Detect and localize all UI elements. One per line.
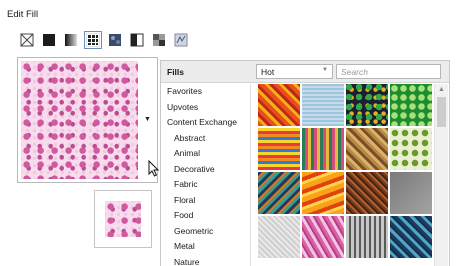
fill-swatch[interactable] bbox=[346, 128, 388, 170]
search-input[interactable]: Search bbox=[336, 64, 441, 79]
gradient-fill-icon bbox=[65, 34, 77, 46]
category-item[interactable]: Floral bbox=[161, 193, 250, 209]
sort-dropdown[interactable]: Hot ▼ bbox=[256, 64, 333, 79]
category-item[interactable]: Animal bbox=[161, 146, 250, 162]
fill-swatch[interactable] bbox=[390, 84, 432, 126]
texture-fill-button[interactable] bbox=[108, 33, 122, 47]
bitmap-fill-icon bbox=[153, 34, 165, 46]
search-placeholder: Search bbox=[341, 67, 368, 77]
dialog-title: Edit Fill bbox=[7, 9, 39, 20]
fills-label: Fills bbox=[167, 67, 185, 77]
uniform-fill-button[interactable] bbox=[42, 33, 56, 47]
category-item[interactable]: Nature bbox=[161, 255, 250, 266]
fountain-fill-button[interactable] bbox=[64, 33, 78, 47]
pattern-fill-icon bbox=[87, 34, 99, 46]
postscript-fill-button[interactable] bbox=[174, 33, 188, 47]
category-item[interactable]: Geometric bbox=[161, 224, 250, 240]
scrollbar-thumb[interactable] bbox=[437, 97, 446, 127]
scroll-up-icon[interactable]: ▲ bbox=[438, 86, 445, 93]
category-item[interactable]: Metal bbox=[161, 239, 250, 255]
fill-thumbnail-swatch bbox=[105, 201, 141, 237]
fill-preview-swatch bbox=[21, 61, 138, 179]
fill-swatch[interactable] bbox=[258, 216, 300, 258]
fill-swatch[interactable] bbox=[258, 172, 300, 214]
fill-swatch[interactable] bbox=[302, 216, 344, 258]
fills-browser-panel: Fills Hot ▼ Search Favorites Upvotes Con… bbox=[160, 60, 450, 266]
chevron-down-icon[interactable]: ▼ bbox=[144, 116, 151, 123]
category-item[interactable]: Abstract bbox=[161, 131, 250, 147]
fill-thumbnail bbox=[94, 190, 152, 248]
fill-preview-picker[interactable]: ▼ bbox=[17, 57, 158, 183]
category-item[interactable]: Fabric bbox=[161, 177, 250, 193]
postscript-fill-icon bbox=[174, 33, 188, 47]
fill-swatch[interactable] bbox=[346, 172, 388, 214]
fill-swatch[interactable] bbox=[302, 84, 344, 126]
texture-fill-icon bbox=[109, 34, 121, 46]
solid-fill-icon bbox=[43, 34, 55, 46]
fill-type-toolbar bbox=[20, 31, 188, 49]
chevron-down-icon: ▼ bbox=[322, 67, 328, 73]
fill-swatch[interactable] bbox=[302, 172, 344, 214]
fill-swatch[interactable] bbox=[258, 128, 300, 170]
grid-scrollbar[interactable]: ▲ bbox=[434, 84, 448, 266]
pattern-fill-button[interactable] bbox=[84, 31, 102, 49]
fills-browser-header: Fills Hot ▼ Search bbox=[161, 61, 449, 83]
fill-swatch[interactable] bbox=[390, 216, 432, 258]
fill-swatch[interactable] bbox=[302, 128, 344, 170]
fill-swatch[interactable] bbox=[390, 128, 432, 170]
category-item[interactable]: Food bbox=[161, 208, 250, 224]
category-item[interactable]: Decorative bbox=[161, 162, 250, 178]
mouse-cursor-icon bbox=[148, 160, 159, 177]
category-item[interactable]: Favorites bbox=[161, 84, 250, 100]
bitmap-fill-button[interactable] bbox=[152, 33, 166, 47]
category-list: Favorites Upvotes Content Exchange Abstr… bbox=[161, 84, 251, 266]
half-fill-icon bbox=[130, 33, 144, 47]
fill-thumbnail-grid bbox=[258, 84, 434, 266]
half-fill-button[interactable] bbox=[130, 33, 144, 47]
category-item[interactable]: Content Exchange bbox=[161, 115, 250, 131]
fill-swatch[interactable] bbox=[346, 84, 388, 126]
no-fill-button[interactable] bbox=[20, 33, 34, 47]
fill-swatch[interactable] bbox=[390, 172, 432, 214]
fill-swatch[interactable] bbox=[258, 84, 300, 126]
category-item[interactable]: Upvotes bbox=[161, 100, 250, 116]
sort-dropdown-value: Hot bbox=[261, 67, 275, 77]
fill-swatch[interactable] bbox=[346, 216, 388, 258]
no-fill-icon bbox=[20, 33, 34, 47]
